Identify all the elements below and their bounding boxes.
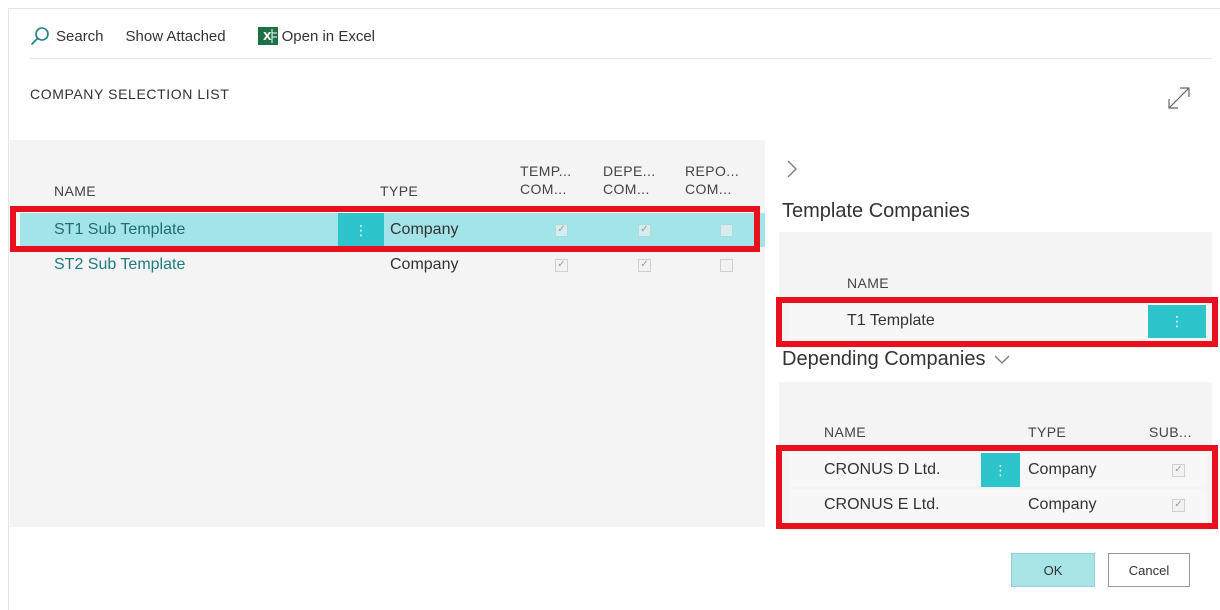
more-options-icon[interactable]: ⋮ [981, 453, 1020, 487]
search-label: Search [56, 27, 104, 45]
column-header-name[interactable]: NAME [54, 182, 96, 200]
reporting-checkbox[interactable] [720, 248, 733, 282]
sub-checkbox[interactable]: ✓ [1172, 453, 1185, 487]
depending-companies-title[interactable]: Depending Companies [782, 348, 1011, 371]
template-companies-title: Template Companies [782, 200, 970, 222]
more-options-icon[interactable]: ⋮ [1148, 305, 1206, 338]
svg-text:X: X [263, 30, 272, 43]
open-in-excel-label: Open in Excel [281, 27, 375, 45]
table-row[interactable]: ST2 Sub Template Company ✓ ✓ [20, 248, 765, 282]
checkmark-icon: ✓ [555, 223, 568, 237]
show-attached-action[interactable]: Show Attached [126, 28, 226, 45]
column-header-template-line2: COM... [520, 181, 567, 197]
column-header-reporting-companies[interactable]: REPO... COM... [685, 162, 739, 198]
column-header-reporting-line1: REPO... [685, 163, 740, 179]
empty-checkbox-icon [720, 223, 733, 237]
column-header-reporting-line2: COM... [685, 181, 732, 197]
checkmark-icon: ✓ [638, 223, 651, 237]
depending-company-name[interactable]: CRONUS D Ltd. [824, 453, 940, 487]
depending-sub-header[interactable]: SUB... [1149, 424, 1192, 440]
chevron-down-icon [993, 348, 1011, 371]
checkmark-icon: ✓ [555, 258, 568, 272]
depending-checkbox[interactable]: ✓ [638, 248, 651, 282]
row-type: Company [390, 221, 459, 238]
checkmark-icon: ✓ [638, 258, 651, 272]
column-header-depending-line1: DEPE... [603, 163, 656, 179]
ok-button[interactable]: OK [1011, 553, 1095, 587]
open-in-excel-action[interactable]: X Open in Excel [257, 27, 375, 45]
depending-company-type: Company [1028, 461, 1097, 478]
depending-type-header[interactable]: TYPE [1028, 424, 1066, 440]
show-attached-label: Show Attached [125, 27, 226, 45]
company-name-link[interactable]: ST1 Sub Template [54, 221, 185, 239]
depending-name-header[interactable]: NAME [824, 424, 866, 440]
chevron-right-icon[interactable] [785, 158, 799, 180]
excel-icon: X [257, 27, 278, 45]
column-header-depending-line2: COM... [603, 181, 650, 197]
template-company-name[interactable]: T1 Template [847, 304, 935, 338]
depending-company-type: Company [1028, 496, 1097, 513]
depending-company-name[interactable]: CRONUS E Ltd. [824, 488, 940, 522]
depending-companies-part: NAME TYPE SUB... CRONUS D Ltd. ⋮ Company… [779, 382, 1212, 530]
template-checkbox[interactable]: ✓ [555, 213, 568, 247]
page-title: COMPANY SELECTION LIST [30, 86, 230, 102]
depending-checkbox[interactable]: ✓ [638, 213, 651, 247]
column-header-template-companies[interactable]: TEMP... COM... [520, 162, 572, 198]
template-checkbox[interactable]: ✓ [555, 248, 568, 282]
sub-checkbox[interactable]: ✓ [1172, 488, 1185, 522]
column-header-depending-companies[interactable]: DEPE... COM... [603, 162, 656, 198]
cancel-button[interactable]: Cancel [1108, 553, 1190, 587]
search-action[interactable]: Search [30, 26, 104, 46]
depending-companies-label: Depending Companies [782, 348, 986, 370]
expand-icon[interactable] [1165, 84, 1193, 112]
row-type: Company [390, 256, 459, 273]
search-icon [30, 26, 50, 46]
empty-checkbox-icon [720, 258, 733, 272]
checkmark-icon: ✓ [1172, 498, 1185, 512]
checkmark-icon: ✓ [1172, 463, 1185, 477]
more-options-icon[interactable]: ⋮ [338, 213, 384, 247]
table-row[interactable]: ST1 Sub Template ⋮ Company ✓ ✓ [20, 213, 765, 247]
row-name[interactable]: ST2 Sub Template [54, 248, 185, 282]
column-header-type[interactable]: TYPE [380, 182, 418, 200]
company-list-panel: NAME TYPE TEMP... COM... DEPE... COM... … [10, 140, 765, 527]
company-name-link[interactable]: ST2 Sub Template [54, 256, 185, 274]
template-name-header[interactable]: NAME [847, 275, 889, 291]
template-companies-part: NAME T1 Template ⋮ [779, 232, 1212, 348]
column-header-template-line1: TEMP... [520, 163, 572, 179]
action-bar: Search Show Attached X Open in Excel [30, 24, 397, 48]
row-name[interactable]: ST1 Sub Template [54, 213, 185, 247]
reporting-checkbox[interactable] [720, 213, 733, 247]
action-bar-divider [30, 58, 1212, 59]
